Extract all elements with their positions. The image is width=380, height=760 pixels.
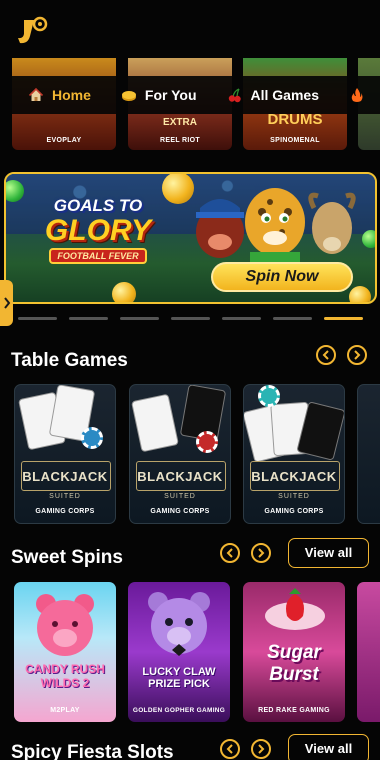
sweet-spins-next-button[interactable] <box>251 543 271 563</box>
nav-item-more[interactable] <box>349 87 373 103</box>
carousel-indicators <box>18 317 363 320</box>
spicy-fiesta-next-button[interactable] <box>251 739 271 759</box>
game-provider: GAMING CORPS <box>150 508 210 515</box>
game-title: EXTRA <box>163 117 197 128</box>
game-subtitle: SUITED <box>278 493 310 500</box>
chevron-right-icon <box>3 297 10 309</box>
sweet-spins-prev-button[interactable] <box>220 543 240 563</box>
game-provider: GAMING CORPS <box>264 508 324 515</box>
gold-chip-icon <box>121 91 136 101</box>
carousel-dot[interactable] <box>273 317 312 320</box>
game-tile-lucky-claw[interactable]: LUCKY CLAW PRIZE PICK GOLDEN GOPHER GAMI… <box>128 582 230 722</box>
sweet-spins-view-all-button[interactable]: View all <box>288 538 369 568</box>
game-title: LUCKY CLAW PRIZE PICK <box>142 666 216 690</box>
nav-label: All Games <box>250 87 319 103</box>
game-provider: M2PLAY <box>50 707 80 714</box>
logo[interactable] <box>10 10 50 50</box>
game-title: CANDY RUSH WILDS 2 <box>25 662 105 690</box>
coin-decoration <box>349 286 371 302</box>
chevron-left-icon <box>226 744 233 754</box>
game-tile-partial[interactable] <box>357 384 380 524</box>
game-provider: RED RAKE GAMING <box>258 707 330 714</box>
game-tile-blackjack-vip[interactable]: BLACKJACK SUITED GAMING CORPS <box>129 384 231 524</box>
game-provider: EVOPLAY <box>46 137 82 144</box>
game-tile-candy-rush[interactable]: CANDY RUSH WILDS 2 M2PLAY <box>14 582 116 722</box>
nav-item-for-you[interactable]: For You <box>121 87 197 103</box>
game-title: BLACKJACK <box>137 469 223 484</box>
banner-subtitle: FOOTBALL FEVER <box>49 248 147 264</box>
chevron-left-icon <box>226 548 233 558</box>
spicy-fiesta-prev-button[interactable] <box>220 739 240 759</box>
chevron-right-icon <box>258 548 265 558</box>
coin-decoration <box>112 282 136 302</box>
side-drawer-tab[interactable] <box>0 280 13 326</box>
strawberry-illustration <box>265 588 325 630</box>
teddy-illustration <box>148 592 210 656</box>
game-provider: SPINOMENAL <box>270 137 320 144</box>
cherry-icon <box>228 88 241 103</box>
bear-illustration <box>36 594 94 656</box>
nav-label: Home <box>52 87 91 103</box>
game-tile-partial[interactable] <box>357 582 380 722</box>
spicy-fiesta-view-all-button[interactable]: View all <box>288 734 369 760</box>
promo-banner[interactable]: GOALS TO GLORY FOOTBALL FEVER Spin Now <box>4 172 377 304</box>
game-tile-sugar-burst[interactable]: Sugar Burst RED RAKE GAMING <box>243 582 345 722</box>
fire-icon <box>351 88 363 102</box>
section-title-table-games: Table Games <box>11 350 128 371</box>
game-title: BLACKJACK <box>22 469 108 484</box>
game-subtitle: SUITED <box>49 493 81 500</box>
nav-item-home[interactable]: Home <box>28 87 91 103</box>
game-provider: REEL RIOT <box>160 137 200 144</box>
chevron-right-icon <box>354 350 361 360</box>
game-tile-blackjack[interactable]: BLACKJACK SUITED GAMING CORPS <box>14 384 116 524</box>
table-games-next-button[interactable] <box>347 345 367 365</box>
carousel-dot[interactable] <box>18 317 57 320</box>
carousel-dot[interactable] <box>69 317 108 320</box>
chip-graphic <box>258 385 280 407</box>
banner-title-line2: GLORY <box>44 214 152 247</box>
game-title: Sugar Burst <box>267 642 321 685</box>
top-bar <box>0 0 380 58</box>
chip-graphic <box>196 431 218 453</box>
game-tile-blackjack-3[interactable]: BLACKJACK SUITED GAMING CORPS <box>243 384 345 524</box>
table-games-prev-button[interactable] <box>316 345 336 365</box>
section-title-sweet-spins: Sweet Spins <box>11 547 123 568</box>
card-graphic <box>131 393 179 453</box>
chevron-right-icon <box>258 744 265 754</box>
banner-title: GOALS TO GLORY FOOTBALL FEVER <box>28 196 168 264</box>
game-title: BLACKJACK <box>251 469 337 484</box>
carousel-dot[interactable] <box>222 317 261 320</box>
section-title-spicy-fiesta: Spicy Fiesta Slots <box>11 742 174 760</box>
game-subtitle: SUITED <box>164 493 196 500</box>
category-nav: Home For You All Games <box>0 76 380 114</box>
home-icon <box>28 87 44 101</box>
mascot-illustration <box>196 188 356 266</box>
game-provider: GOLDEN GOPHER GAMING <box>132 707 226 714</box>
nav-label: For You <box>144 87 197 103</box>
chevron-left-icon <box>322 350 329 360</box>
carousel-dot-active[interactable] <box>324 317 363 320</box>
casino-home-page: EVOPLAY EXTRA REEL RIOT DRUMS SPINOMENAL… <box>0 0 380 760</box>
nav-item-all-games[interactable]: All Games <box>227 87 319 103</box>
banner-title-line1: GOALS TO <box>53 196 143 215</box>
gem-decoration <box>362 230 375 248</box>
game-provider: GAMING CORPS <box>35 508 95 515</box>
spin-now-button[interactable]: Spin Now <box>211 262 353 292</box>
chip-graphic <box>81 427 103 449</box>
carousel-dot[interactable] <box>120 317 159 320</box>
carousel-dot[interactable] <box>171 317 210 320</box>
